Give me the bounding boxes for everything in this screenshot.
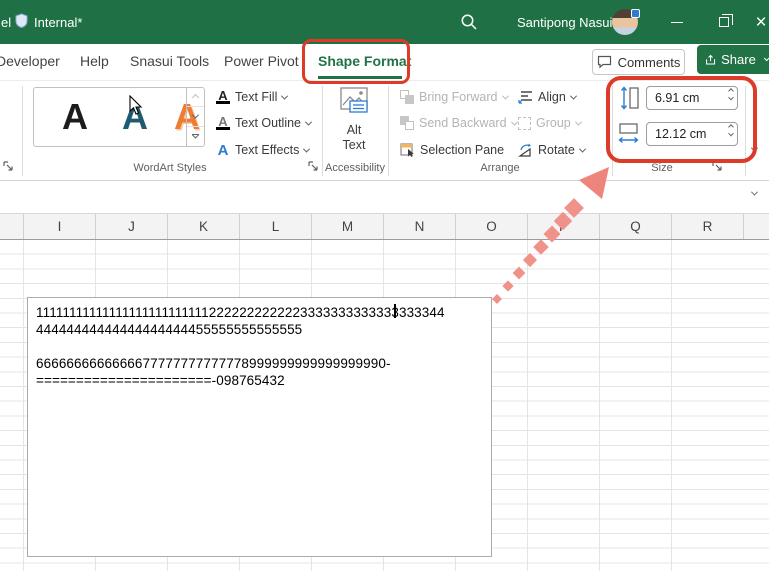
formula-bar-expand-icon[interactable] bbox=[751, 189, 758, 196]
text-outline-icon: A bbox=[216, 116, 230, 130]
send-backward-button[interactable]: Send Backward bbox=[400, 112, 517, 134]
accessibility-group-label: Accessibility bbox=[305, 162, 405, 174]
mouse-cursor bbox=[129, 95, 144, 116]
column-header-R[interactable]: R bbox=[672, 214, 744, 239]
column-header-row: I J K L M N O P Q R bbox=[0, 213, 769, 240]
group-dropdown-icon bbox=[575, 118, 582, 125]
text-fill-button[interactable]: A Text Fill bbox=[216, 86, 316, 108]
alt-text-button[interactable]: Alt Text bbox=[328, 86, 380, 158]
share-icon bbox=[705, 53, 716, 67]
bring-forward-button[interactable]: Bring Forward bbox=[400, 86, 508, 108]
align-dropdown-icon bbox=[570, 92, 577, 99]
gallery-more-button[interactable] bbox=[187, 127, 204, 146]
gallery-scroll-down[interactable] bbox=[187, 107, 204, 126]
left-group-dialog-launcher-icon[interactable] bbox=[3, 161, 14, 172]
annotation-rect-shape-format bbox=[302, 39, 410, 84]
group-icon bbox=[518, 117, 531, 130]
column-header-M[interactable]: M bbox=[312, 214, 384, 239]
textbox-line: 44444444444444444444455555555555555 bbox=[36, 321, 491, 338]
textbox-line: 1111111111111111111111111122222222222233… bbox=[36, 304, 491, 321]
comments-label: Comments bbox=[618, 55, 681, 70]
close-icon: × bbox=[755, 13, 766, 32]
wordart-style-1[interactable]: A bbox=[62, 93, 88, 141]
sensitivity-shield-icon bbox=[15, 13, 28, 28]
alt-text-label-2: Text bbox=[328, 138, 380, 153]
column-header-K[interactable]: K bbox=[168, 214, 240, 239]
column-header-J[interactable]: J bbox=[96, 214, 168, 239]
textbox-line: 6666666666666677777777777778999999999999… bbox=[36, 355, 491, 372]
comments-button[interactable]: Comments bbox=[592, 49, 685, 75]
bring-forward-icon bbox=[400, 90, 414, 104]
annotation-rect-size-group bbox=[606, 76, 757, 163]
column-header-stub[interactable] bbox=[0, 214, 24, 239]
search-icon[interactable] bbox=[460, 13, 478, 31]
minimize-button[interactable] bbox=[660, 0, 694, 44]
formula-bar[interactable] bbox=[0, 181, 769, 213]
avatar-badge-icon bbox=[631, 9, 640, 18]
tab-power-pivot[interactable]: Power Pivot bbox=[224, 53, 299, 69]
share-button[interactable]: Share bbox=[697, 45, 769, 74]
alt-text-label-1: Alt bbox=[328, 123, 380, 138]
text-effects-icon: A bbox=[216, 145, 230, 156]
gallery-scroll-up[interactable] bbox=[187, 88, 204, 107]
wordart-gallery[interactable]: A A A bbox=[33, 87, 205, 147]
restore-icon bbox=[719, 17, 729, 27]
share-label: Share bbox=[721, 52, 756, 67]
window-title-fragment: el bbox=[1, 15, 11, 30]
wordart-group-label: WordArt Styles bbox=[90, 162, 250, 174]
group-label: Group bbox=[536, 116, 571, 130]
align-icon bbox=[518, 90, 533, 104]
send-backward-dropdown-icon bbox=[511, 118, 518, 125]
align-button[interactable]: Align bbox=[518, 86, 576, 108]
group-button[interactable]: Group bbox=[518, 112, 581, 134]
textbox-line bbox=[36, 338, 491, 355]
tab-help[interactable]: Help bbox=[80, 53, 109, 69]
text-effects-dropdown-icon bbox=[303, 145, 310, 152]
column-header-N[interactable]: N bbox=[384, 214, 456, 239]
text-outline-label: Text Outline bbox=[235, 116, 301, 130]
text-effects-button[interactable]: A Text Effects bbox=[216, 139, 316, 161]
column-header-I[interactable]: I bbox=[24, 214, 96, 239]
align-label: Align bbox=[538, 90, 566, 104]
account-user-name: Santipong Nasui bbox=[517, 15, 612, 30]
close-button[interactable]: × bbox=[744, 0, 769, 44]
alt-text-icon bbox=[337, 86, 371, 120]
text-fill-label: Text Fill bbox=[235, 90, 277, 104]
column-header-tail[interactable] bbox=[744, 214, 769, 239]
text-cursor-caret bbox=[394, 304, 396, 318]
sensitivity-label: Internal* bbox=[34, 15, 82, 30]
text-fill-icon: A bbox=[216, 90, 230, 104]
bring-forward-dropdown-icon bbox=[501, 92, 508, 99]
text-outline-button[interactable]: A Text Outline bbox=[216, 112, 316, 134]
minimize-icon bbox=[671, 22, 683, 23]
title-bar: el Internal* Santipong Nasui × bbox=[0, 0, 769, 44]
annotation-dotted-arrow bbox=[470, 150, 640, 320]
tab-developer[interactable]: Developer bbox=[0, 53, 60, 69]
wordart-gallery-scrollbar[interactable] bbox=[186, 88, 204, 146]
comment-icon bbox=[597, 55, 612, 69]
text-effects-label: Text Effects bbox=[235, 143, 299, 157]
selection-pane-icon bbox=[400, 143, 415, 157]
bring-forward-label: Bring Forward bbox=[419, 90, 498, 104]
share-dropdown-icon bbox=[764, 55, 769, 61]
textbox-line: ======================-098765432 bbox=[36, 372, 491, 389]
column-header-L[interactable]: L bbox=[240, 214, 312, 239]
worksheet-textbox[interactable]: 1111111111111111111111111122222222222233… bbox=[27, 297, 492, 557]
text-outline-dropdown-icon bbox=[305, 118, 312, 125]
send-backward-label: Send Backward bbox=[419, 116, 507, 130]
text-fill-dropdown-icon bbox=[281, 92, 288, 99]
restore-button[interactable] bbox=[707, 0, 741, 44]
send-backward-icon bbox=[400, 116, 414, 130]
tab-snasui-tools[interactable]: Snasui Tools bbox=[130, 53, 209, 69]
